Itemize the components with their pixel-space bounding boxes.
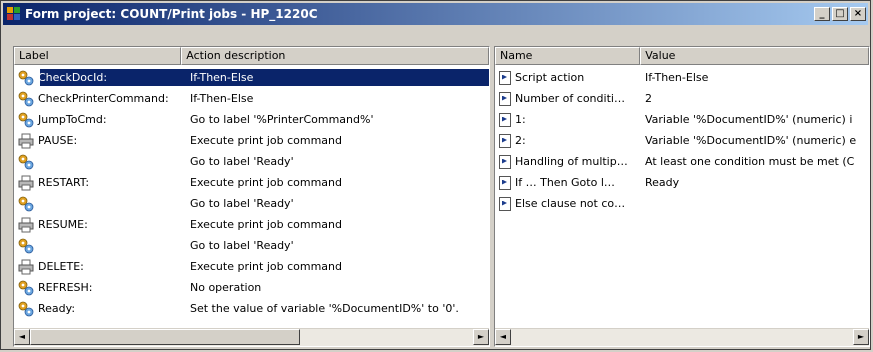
printer-icon <box>18 133 34 149</box>
maximize-button[interactable]: □ <box>832 7 848 21</box>
property-value: If-Then-Else <box>645 71 709 84</box>
row-action-description: If-Then-Else <box>190 71 254 84</box>
scroll-left-button[interactable]: ◄ <box>14 329 30 345</box>
script-row[interactable]: CheckPrinterCommand: If-Then-Else <box>14 88 489 109</box>
minimize-button[interactable]: _ <box>814 7 830 21</box>
column-header-label[interactable]: Label <box>14 47 182 65</box>
property-row[interactable]: Number of conditi… 2 <box>495 88 869 109</box>
gears-icon <box>18 91 34 107</box>
form-project-window: Form project: COUNT/Print jobs - HP_1220… <box>0 0 871 350</box>
property-name: Number of conditi… <box>515 92 625 105</box>
properties-pane[interactable]: Name Value Script action If-Then-Else Numb… <box>494 46 870 347</box>
script-row[interactable]: JumpToCmd: Go to label '%PrinterCommand%' <box>14 109 489 130</box>
property-value: Ready <box>645 176 680 189</box>
property-name: Else clause not co… <box>515 197 626 210</box>
property-icon <box>499 154 511 169</box>
property-row[interactable]: Script action If-Then-Else <box>495 67 869 88</box>
script-row[interactable]: Ready: Set the value of variable '%Docume… <box>14 298 489 319</box>
gears-icon <box>18 154 34 170</box>
property-value: Variable '%DocumentID%' (numeric) i <box>645 113 853 126</box>
row-action-description: Execute print job command <box>190 218 342 231</box>
title-bar[interactable]: Form project: COUNT/Print jobs - HP_1220… <box>3 3 868 25</box>
row-label: RESTART: <box>38 176 90 189</box>
script-row[interactable]: DELETE: Execute print job command <box>14 256 489 277</box>
property-icon <box>499 133 511 148</box>
gears-icon <box>18 280 34 296</box>
scroll-right-button[interactable]: ► <box>853 329 869 345</box>
gears-icon <box>18 301 34 317</box>
row-action-description: Execute print job command <box>190 260 342 273</box>
property-row[interactable]: Handling of multip… At least one conditio… <box>495 151 869 172</box>
property-name: If … Then Goto l… <box>515 176 615 189</box>
row-action-description: Set the value of variable '%DocumentID%'… <box>190 302 459 315</box>
script-row[interactable]: Go to label 'Ready' <box>14 235 489 256</box>
row-label: JumpToCmd: <box>38 113 107 126</box>
gears-icon <box>18 70 34 86</box>
row-action-description: Execute print job command <box>190 176 342 189</box>
property-value: 2 <box>645 92 652 105</box>
property-name: 2: <box>515 134 526 147</box>
right-horizontal-scrollbar[interactable]: ◄ ► <box>495 328 869 346</box>
row-action-description: No operation <box>190 281 262 294</box>
script-list-pane[interactable]: Label Action description CheckDocId: If-T… <box>13 46 490 347</box>
property-icon <box>499 112 511 127</box>
row-action-description: Go to label '%PrinterCommand%' <box>190 113 374 126</box>
column-header-name[interactable]: Name <box>495 47 641 65</box>
property-rows: Script action If-Then-Else Number of condi… <box>495 67 869 328</box>
window-title: Form project: COUNT/Print jobs - HP_1220… <box>25 7 318 21</box>
close-button[interactable]: × <box>850 7 866 21</box>
printer-icon <box>18 259 34 275</box>
property-value: At least one condition must be met (C <box>645 155 855 168</box>
property-value: Variable '%DocumentID%' (numeric) e <box>645 134 857 147</box>
left-horizontal-scrollbar[interactable]: ◄ ► <box>14 328 489 346</box>
property-icon <box>499 91 511 106</box>
scroll-thumb[interactable] <box>30 329 300 345</box>
printer-icon <box>18 217 34 233</box>
column-header-action-description[interactable]: Action description <box>181 47 489 65</box>
script-row[interactable]: CheckDocId: If-Then-Else <box>14 67 489 88</box>
row-label: RESUME: <box>38 218 88 231</box>
row-label: CheckDocId: <box>38 71 108 84</box>
script-row[interactable]: RESUME: Execute print job command <box>14 214 489 235</box>
row-action-description: Execute print job command <box>190 134 342 147</box>
right-column-headers: Name Value <box>495 47 869 65</box>
row-label: REFRESH: <box>38 281 93 294</box>
row-label: DELETE: <box>38 260 84 273</box>
gears-icon <box>18 196 34 212</box>
row-action-description: Go to label 'Ready' <box>190 197 294 210</box>
property-row[interactable]: If … Then Goto l… Ready <box>495 172 869 193</box>
row-label: Ready: <box>38 302 76 315</box>
script-row[interactable]: PAUSE: Execute print job command <box>14 130 489 151</box>
row-action-description: Go to label 'Ready' <box>190 239 294 252</box>
row-action-description: Go to label 'Ready' <box>190 155 294 168</box>
script-rows: CheckDocId: If-Then-Else CheckPrinterComma… <box>14 67 489 328</box>
gears-icon <box>18 238 34 254</box>
row-label: PAUSE: <box>38 134 78 147</box>
script-row[interactable]: Go to label 'Ready' <box>14 193 489 214</box>
property-name: Script action <box>515 71 585 84</box>
property-row[interactable]: 2: Variable '%DocumentID%' (numeric) e <box>495 130 869 151</box>
property-name: Handling of multip… <box>515 155 628 168</box>
property-row[interactable]: 1: Variable '%DocumentID%' (numeric) i <box>495 109 869 130</box>
property-icon <box>499 196 511 211</box>
property-icon <box>499 70 511 85</box>
gears-icon <box>18 112 34 128</box>
property-name: 1: <box>515 113 526 126</box>
row-label: CheckPrinterCommand: <box>38 92 169 105</box>
script-row[interactable]: RESTART: Execute print job command <box>14 172 489 193</box>
left-column-headers: Label Action description <box>14 47 489 65</box>
row-action-description: If-Then-Else <box>190 92 254 105</box>
column-header-value[interactable]: Value <box>640 47 869 65</box>
script-row[interactable]: REFRESH: No operation <box>14 277 489 298</box>
app-icon <box>7 7 21 21</box>
property-row[interactable]: Else clause not co… <box>495 193 869 214</box>
script-row[interactable]: Go to label 'Ready' <box>14 151 489 172</box>
property-icon <box>499 175 511 190</box>
printer-icon <box>18 175 34 191</box>
scroll-left-button[interactable]: ◄ <box>495 329 511 345</box>
scroll-right-button[interactable]: ► <box>473 329 489 345</box>
